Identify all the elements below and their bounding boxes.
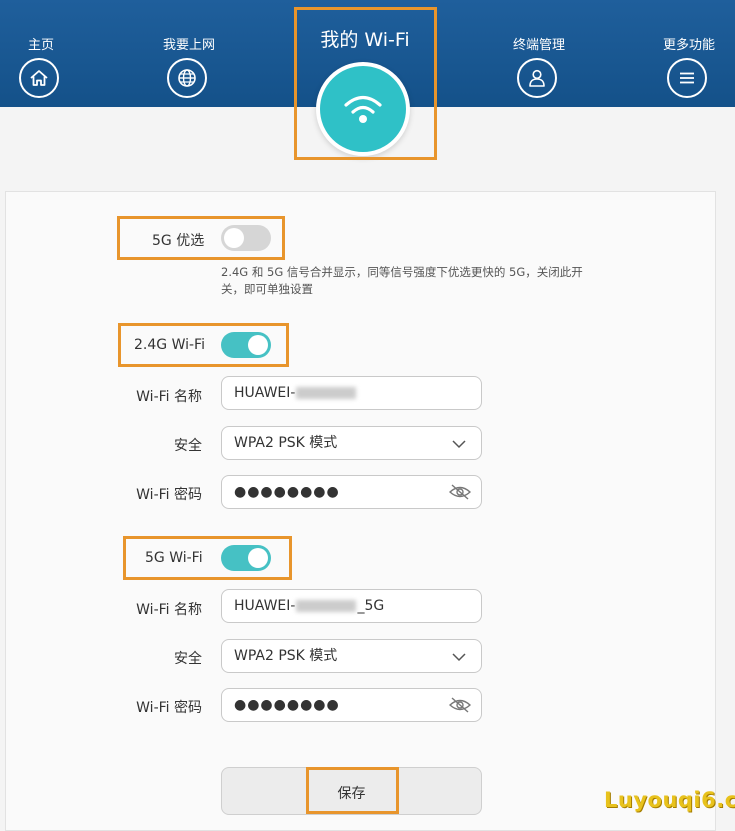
watermark-logo: Luyouqi6.cn bbox=[604, 788, 735, 812]
wifi-24g-security-select[interactable]: WPA2 PSK 模式 bbox=[221, 426, 482, 460]
nav-label-more: 更多功能 bbox=[662, 38, 715, 53]
user-icon bbox=[517, 58, 557, 98]
globe-icon bbox=[167, 58, 207, 98]
wifi-24g-password-value: ●●●●●●●● bbox=[234, 484, 340, 500]
nav-item-devices[interactable]: 终端管理 bbox=[484, 0, 594, 107]
highlight-wifi-24g bbox=[118, 323, 289, 367]
highlight-save-button bbox=[306, 767, 399, 814]
wifi-24g-name-label: Wi-Fi 名称 bbox=[136, 389, 202, 405]
highlight-prefer-5g bbox=[117, 216, 285, 260]
wifi-5g-security-select[interactable]: WPA2 PSK 模式 bbox=[221, 639, 482, 673]
nav-item-more[interactable]: 更多功能 bbox=[634, 0, 735, 107]
nav-label-devices: 终端管理 bbox=[512, 38, 565, 53]
chevron-down-icon bbox=[452, 653, 466, 662]
wifi-5g-password-label: Wi-Fi 密码 bbox=[136, 700, 202, 716]
wifi-5g-security-label: 安全 bbox=[174, 651, 202, 667]
blurred-text bbox=[296, 600, 357, 612]
wifi-24g-name-prefix: HUAWEI- bbox=[234, 385, 296, 401]
wifi-24g-password-label: Wi-Fi 密码 bbox=[136, 487, 202, 503]
blurred-text bbox=[296, 387, 357, 399]
nav-label-home: 主页 bbox=[27, 38, 54, 53]
highlight-wifi-5g bbox=[123, 536, 292, 580]
wifi-5g-password-input[interactable]: ●●●●●●●● bbox=[221, 688, 482, 722]
eye-hidden-icon[interactable] bbox=[449, 697, 471, 713]
nav-item-internet[interactable]: 我要上网 bbox=[134, 0, 244, 107]
nav-label-internet: 我要上网 bbox=[162, 38, 215, 53]
home-icon bbox=[19, 58, 59, 98]
wifi-24g-security-value: WPA2 PSK 模式 bbox=[234, 435, 338, 451]
eye-hidden-icon[interactable] bbox=[449, 484, 471, 500]
wifi-24g-password-input[interactable]: ●●●●●●●● bbox=[221, 475, 482, 509]
chevron-down-icon bbox=[452, 440, 466, 449]
wifi-5g-name-input[interactable]: HUAWEI- _5G bbox=[221, 589, 482, 623]
menu-icon bbox=[667, 58, 707, 98]
wifi-5g-name-suffix: _5G bbox=[357, 598, 385, 614]
wifi-5g-password-value: ●●●●●●●● bbox=[234, 697, 340, 713]
wifi-5g-name-label: Wi-Fi 名称 bbox=[136, 602, 202, 618]
wifi-5g-name-prefix: HUAWEI- bbox=[234, 598, 296, 614]
wifi-24g-security-label: 安全 bbox=[174, 438, 202, 454]
prefer-5g-hint: 2.4G 和 5G 信号合并显示，同等信号强度下优选更快的 5G，关闭此开关，即… bbox=[221, 265, 583, 296]
wifi-5g-security-value: WPA2 PSK 模式 bbox=[234, 648, 338, 664]
nav-item-home[interactable]: 主页 bbox=[0, 0, 96, 107]
wifi-24g-name-input[interactable]: HUAWEI- bbox=[221, 376, 482, 410]
highlight-my-wifi-tab bbox=[294, 7, 437, 160]
